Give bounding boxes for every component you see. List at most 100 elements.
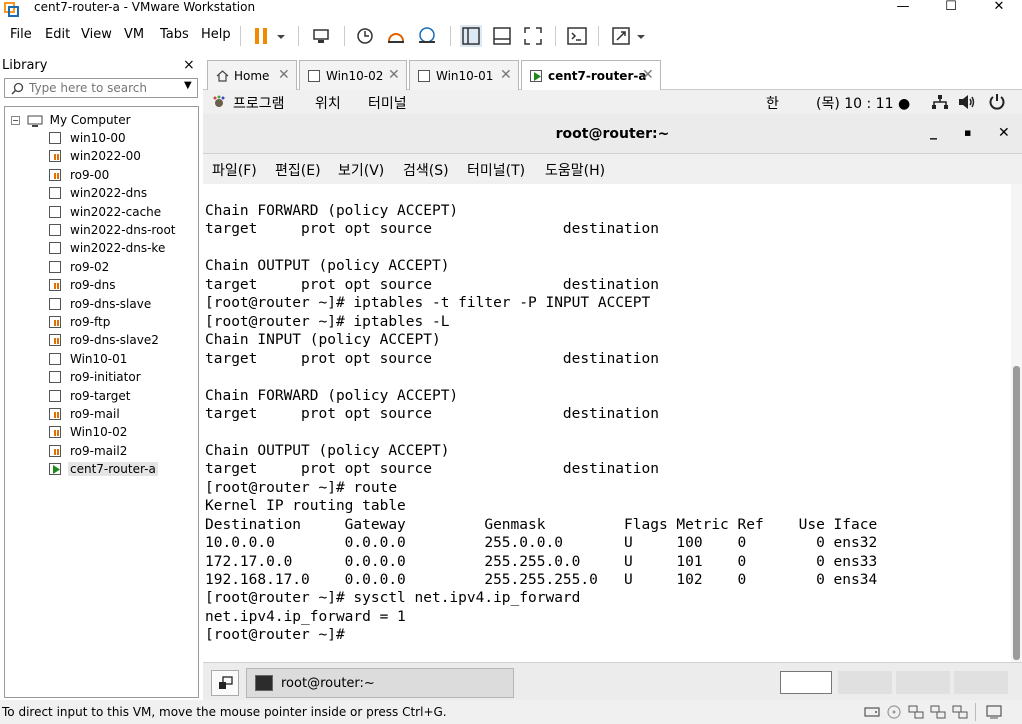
vm-item[interactable]: Win10-01 xyxy=(49,350,129,368)
terminal-line: [root@router ~]# iptables -L xyxy=(205,313,450,330)
vm-item[interactable]: cent7-router-a xyxy=(49,460,158,478)
terminal-output[interactable]: Chain FORWARD (policy ACCEPT) target prot… xyxy=(203,184,1011,662)
vm-item[interactable]: ro9-target xyxy=(49,387,132,405)
vm-item[interactable]: ro9-initiator xyxy=(49,368,143,386)
menu-file[interactable]: File xyxy=(10,27,32,42)
vm-item[interactable]: ro9-mail xyxy=(49,405,122,423)
vm-item[interactable]: win2022-00 xyxy=(49,147,143,165)
places-menu[interactable]: 위치 xyxy=(315,93,341,113)
vm-item[interactable]: ro9-02 xyxy=(49,258,111,276)
vm-item[interactable]: Win10-02 xyxy=(49,423,129,441)
network-adapter-icon[interactable] xyxy=(952,705,968,719)
terminal-menu-edit[interactable]: 편집(E) xyxy=(275,160,321,180)
tree-root[interactable]: − My Computer xyxy=(11,111,131,129)
terminal-menu-view[interactable]: 보기(V) xyxy=(338,160,384,180)
display-icon[interactable] xyxy=(986,705,1002,719)
vm-icon xyxy=(49,297,61,310)
vm-label: ro9-ftp xyxy=(70,315,111,329)
search-dropdown-icon[interactable]: ▼ xyxy=(184,80,192,91)
vm-item[interactable]: win10-00 xyxy=(49,129,128,147)
network-icon[interactable] xyxy=(931,94,949,110)
vm-item[interactable]: win2022-cache xyxy=(49,203,163,221)
thumbnail-bar-icon[interactable] xyxy=(491,25,513,47)
vm-item[interactable]: win2022-dns xyxy=(49,184,149,202)
search-input[interactable] xyxy=(29,80,179,96)
applications-menu[interactable]: 프로그램 xyxy=(233,93,285,113)
menu-help[interactable]: Help xyxy=(201,27,231,42)
show-library-icon[interactable] xyxy=(460,25,482,47)
task-terminal[interactable]: root@router:~ xyxy=(246,668,514,698)
terminal-icon xyxy=(255,675,273,691)
network-adapter-icon[interactable] xyxy=(930,705,946,719)
chevron-down-icon[interactable] xyxy=(274,25,288,47)
revert-snapshot-icon[interactable] xyxy=(385,25,407,47)
chevron-down-icon[interactable] xyxy=(634,25,648,47)
minimize-button[interactable]: — xyxy=(880,0,926,20)
vm-item[interactable]: ro9-00 xyxy=(49,166,111,184)
close-icon[interactable]: ✕ xyxy=(278,67,290,83)
hard-disk-icon[interactable] xyxy=(864,705,880,719)
terminal-menu-search[interactable]: 검색(S) xyxy=(403,160,449,180)
terminal-line: Chain OUTPUT (policy ACCEPT) xyxy=(205,258,450,275)
vm-item[interactable]: ro9-dns xyxy=(49,276,117,294)
vm-label: win2022-dns-root xyxy=(70,223,176,237)
volume-icon[interactable] xyxy=(958,94,976,110)
menu-tabs[interactable]: Tabs xyxy=(160,27,189,42)
terminal-menu-file[interactable]: 파일(F) xyxy=(212,160,257,180)
clock[interactable]: (목) 10 : 11 ● xyxy=(816,93,910,113)
gnome-top-bar: 프로그램 위치 터미널 한 (목) 10 : 11 ● xyxy=(203,90,1022,114)
menu-vm[interactable]: VM xyxy=(124,27,144,42)
workspace-1[interactable] xyxy=(780,671,832,694)
workspace-4[interactable] xyxy=(954,671,1008,694)
close-icon[interactable]: ✕ xyxy=(388,67,400,83)
power-icon[interactable] xyxy=(988,93,1006,111)
snapshot-icon[interactable] xyxy=(354,25,376,47)
close-icon[interactable]: ✕ xyxy=(642,67,654,83)
terminal-scrollbar-thumb[interactable] xyxy=(1013,366,1020,660)
terminal-close-button[interactable]: ✕ xyxy=(998,125,1010,141)
terminal-line: Chain OUTPUT (policy ACCEPT) xyxy=(205,442,450,459)
terminal-line: [root@router ~]# route xyxy=(205,479,398,496)
cd-rom-icon[interactable] xyxy=(886,705,902,719)
vm-item[interactable]: win2022-dns-root xyxy=(49,221,178,239)
terminal-app-menu[interactable]: 터미널 xyxy=(368,93,407,113)
menu-view[interactable]: View xyxy=(81,27,112,42)
pause-icon[interactable] xyxy=(250,25,272,47)
terminal-menu-terminal[interactable]: 터미널(T) xyxy=(467,160,525,180)
vm-icon xyxy=(49,242,61,255)
vm-icon xyxy=(49,187,61,200)
vm-item[interactable]: ro9-ftp xyxy=(49,313,112,331)
library-search[interactable]: ▼ xyxy=(4,78,198,98)
library-close-button[interactable]: × xyxy=(183,57,195,73)
tab-cent7-router-a[interactable]: cent7-router-a ✕ xyxy=(521,60,661,91)
vm-item[interactable]: ro9-dns-slave2 xyxy=(49,331,161,349)
workspace-3[interactable] xyxy=(896,671,950,694)
stretch-guest-icon[interactable] xyxy=(610,25,632,47)
network-adapter-icon[interactable] xyxy=(908,705,924,719)
workspace-2[interactable] xyxy=(838,671,892,694)
input-method-indicator[interactable]: 한 xyxy=(766,93,779,113)
tab-win10-01[interactable]: Win10-01 ✕ xyxy=(409,60,519,90)
terminal-menu-help[interactable]: 도움말(H) xyxy=(545,160,605,180)
snapshot-manager-icon[interactable] xyxy=(416,25,438,47)
terminal-maximize-button[interactable]: ▪ xyxy=(964,126,971,139)
tab-win10-02[interactable]: Win10-02 ✕ xyxy=(299,60,407,90)
vm-label: Win10-02 xyxy=(70,425,128,440)
close-icon[interactable]: ✕ xyxy=(500,67,512,83)
vm-label: win2022-00 xyxy=(70,149,141,164)
show-desktop-button[interactable] xyxy=(211,670,239,696)
vm-item[interactable]: win2022-dns-ke xyxy=(49,239,167,257)
vm-item[interactable]: ro9-mail2 xyxy=(49,442,129,460)
vm-icon xyxy=(49,334,61,347)
tab-home[interactable]: Home ✕ xyxy=(207,60,297,90)
full-screen-icon[interactable] xyxy=(522,25,544,47)
menu-edit[interactable]: Edit xyxy=(45,27,70,42)
terminal-line: [root@router ~]# iptables -t filter -P I… xyxy=(205,295,651,312)
maximize-button[interactable]: ☐ xyxy=(928,0,974,20)
vm-item[interactable]: ro9-dns-slave xyxy=(49,295,153,313)
terminal-minimize-button[interactable]: _ xyxy=(930,124,937,140)
console-view-icon[interactable] xyxy=(566,25,588,47)
send-ctrl-alt-del-icon[interactable] xyxy=(310,25,332,47)
close-button[interactable]: ✕ xyxy=(976,0,1022,20)
collapse-icon[interactable]: − xyxy=(11,116,20,125)
